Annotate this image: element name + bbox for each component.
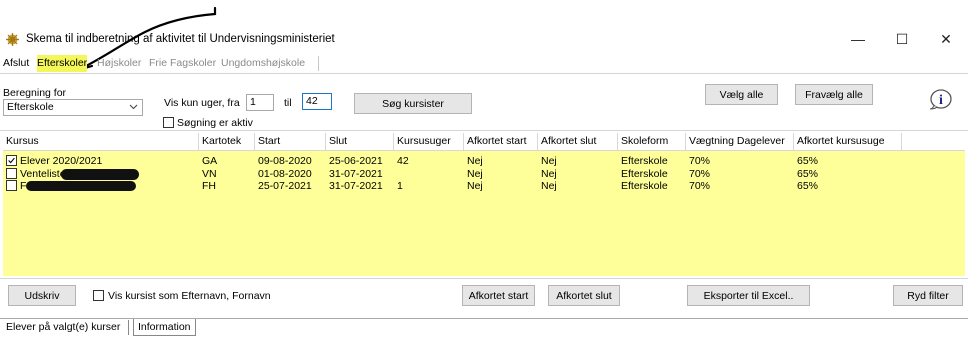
afkortet-start-button[interactable]: Afkortet start bbox=[462, 285, 535, 306]
cell-afkortet-start: Nej bbox=[467, 180, 483, 192]
cell-kursus: Venteliste bbox=[20, 168, 66, 180]
toolbar-divider bbox=[0, 73, 968, 74]
beregning-label: Beregning for bbox=[3, 87, 67, 99]
col-kartotek[interactable]: Kartotek bbox=[199, 133, 255, 150]
menu-ungdomshoejskole[interactable]: Ungdomshøjskole bbox=[221, 55, 305, 72]
search-students-button[interactable]: Søg kursister bbox=[354, 93, 472, 114]
lastname-first-label: Vis kursist som Efternavn, Fornavn bbox=[108, 290, 271, 302]
cell-vaegtning: 70% bbox=[689, 180, 711, 192]
col-afkortet-slut[interactable]: Afkortet slut bbox=[538, 133, 618, 150]
course-table-header: Kursus Kartotek Start Slut Kursusuger Af… bbox=[3, 133, 965, 151]
close-button[interactable]: ✕ bbox=[924, 28, 968, 50]
cell-start: 25-07-2021 bbox=[258, 180, 312, 192]
info-icon[interactable]: i bbox=[928, 84, 954, 110]
cell-afkortet-kursusuge: 65% bbox=[797, 168, 819, 180]
grid-top-divider bbox=[0, 130, 968, 131]
row-checkbox[interactable] bbox=[6, 180, 17, 191]
afkortet-slut-button[interactable]: Afkortet slut bbox=[548, 285, 620, 306]
deselect-all-button[interactable]: Fravælg alle bbox=[795, 84, 873, 105]
print-button[interactable]: Udskriv bbox=[8, 285, 76, 306]
cell-vaegtning: 70% bbox=[689, 168, 711, 180]
col-afkortet-start[interactable]: Afkortet start bbox=[464, 133, 538, 150]
bottom-divider bbox=[0, 278, 968, 279]
clear-filter-button[interactable]: Ryd filter bbox=[893, 285, 963, 306]
course-table-body: Elever 2020/2021 GA 09-08-2020 25-06-202… bbox=[3, 151, 965, 276]
app-icon bbox=[6, 33, 19, 46]
col-start[interactable]: Start bbox=[255, 133, 326, 150]
menu-afslut[interactable]: Afslut bbox=[3, 55, 29, 72]
table-row[interactable]: Elever 2020/2021 GA 09-08-2020 25-06-202… bbox=[3, 155, 965, 167]
cell-afkortet-slut: Nej bbox=[541, 155, 557, 167]
cell-start: 01-08-2020 bbox=[258, 168, 312, 180]
menu-frie-fagskoler[interactable]: Frie Fagskoler bbox=[149, 55, 216, 72]
tab-separator bbox=[128, 320, 129, 335]
vis-uger-label: Vis kun uger, fra bbox=[164, 97, 240, 109]
cell-afkortet-kursusuge: 65% bbox=[797, 180, 819, 192]
week-from-input[interactable]: 1 bbox=[246, 94, 274, 111]
menu-efterskoler[interactable]: Efterskoler bbox=[37, 55, 88, 72]
cell-kartotek: VN bbox=[202, 168, 217, 180]
select-all-button[interactable]: Vælg alle bbox=[705, 84, 778, 105]
svg-text:i: i bbox=[939, 93, 943, 108]
beregning-select-value: Efterskole bbox=[7, 101, 54, 113]
col-vaegtning[interactable]: Vægtning Dagelever bbox=[686, 133, 794, 150]
minimize-button[interactable]: — bbox=[836, 28, 880, 50]
menu-bar: Afslut Efterskoler Højskoler Frie Fagsko… bbox=[0, 55, 330, 72]
cell-afkortet-slut: Nej bbox=[541, 180, 557, 192]
cell-slut: 31-07-2021 bbox=[329, 180, 383, 192]
tab-information[interactable]: Information bbox=[133, 319, 196, 336]
cell-afkortet-slut: Nej bbox=[541, 168, 557, 180]
cell-skoleform: Efterskole bbox=[621, 155, 668, 167]
cell-kartotek: GA bbox=[202, 155, 218, 167]
col-skoleform[interactable]: Skoleform bbox=[618, 133, 686, 150]
col-kursusuger[interactable]: Kursusuger bbox=[394, 133, 464, 150]
maximize-button[interactable]: ☐ bbox=[880, 28, 924, 50]
window-title: Skema til indberetning af aktivitet til … bbox=[26, 33, 335, 45]
table-row[interactable]: Venteliste VN 01-08-2020 31-07-2021 Nej … bbox=[3, 168, 965, 180]
cell-kartotek: FH bbox=[202, 180, 216, 192]
table-row[interactable]: F FH 25-07-2021 31-07-2021 1 Nej Nej Eft… bbox=[3, 180, 965, 192]
search-active-checkbox[interactable] bbox=[163, 117, 174, 128]
col-kursus[interactable]: Kursus bbox=[3, 133, 199, 150]
col-slut[interactable]: Slut bbox=[326, 133, 394, 150]
row-checkbox[interactable] bbox=[6, 155, 17, 166]
redaction-mark bbox=[61, 169, 139, 180]
cell-afkortet-start: Nej bbox=[467, 168, 483, 180]
beregning-select[interactable]: Efterskole bbox=[3, 99, 143, 116]
col-afkortet-kursusuge[interactable]: Afkortet kursusuge bbox=[794, 133, 902, 150]
week-to-input[interactable]: 42 bbox=[302, 93, 332, 110]
cell-start: 09-08-2020 bbox=[258, 155, 312, 167]
export-excel-button[interactable]: Eksporter til Excel.. bbox=[687, 285, 810, 306]
chevron-down-icon bbox=[129, 104, 138, 110]
cell-kursus: Elever 2020/2021 bbox=[20, 155, 103, 167]
cell-kursusuger: 42 bbox=[397, 155, 409, 167]
menu-separator bbox=[318, 56, 319, 71]
cell-slut: 31-07-2021 bbox=[329, 168, 383, 180]
til-label: til bbox=[284, 97, 292, 109]
cell-skoleform: Efterskole bbox=[621, 168, 668, 180]
tab-elever[interactable]: Elever på valgt(e) kurser bbox=[2, 319, 124, 336]
search-active-label: Søgning er aktiv bbox=[177, 117, 253, 129]
cell-afkortet-kursusuge: 65% bbox=[797, 155, 819, 167]
cell-vaegtning: 70% bbox=[689, 155, 711, 167]
row-checkbox[interactable] bbox=[6, 168, 17, 179]
redaction-mark bbox=[26, 181, 136, 191]
cell-afkortet-start: Nej bbox=[467, 155, 483, 167]
cell-skoleform: Efterskole bbox=[621, 180, 668, 192]
menu-hoejskoler[interactable]: Højskoler bbox=[97, 55, 141, 72]
lastname-first-checkbox[interactable] bbox=[93, 290, 104, 301]
cell-slut: 25-06-2021 bbox=[329, 155, 383, 167]
cell-kursusuger: 1 bbox=[397, 180, 403, 192]
